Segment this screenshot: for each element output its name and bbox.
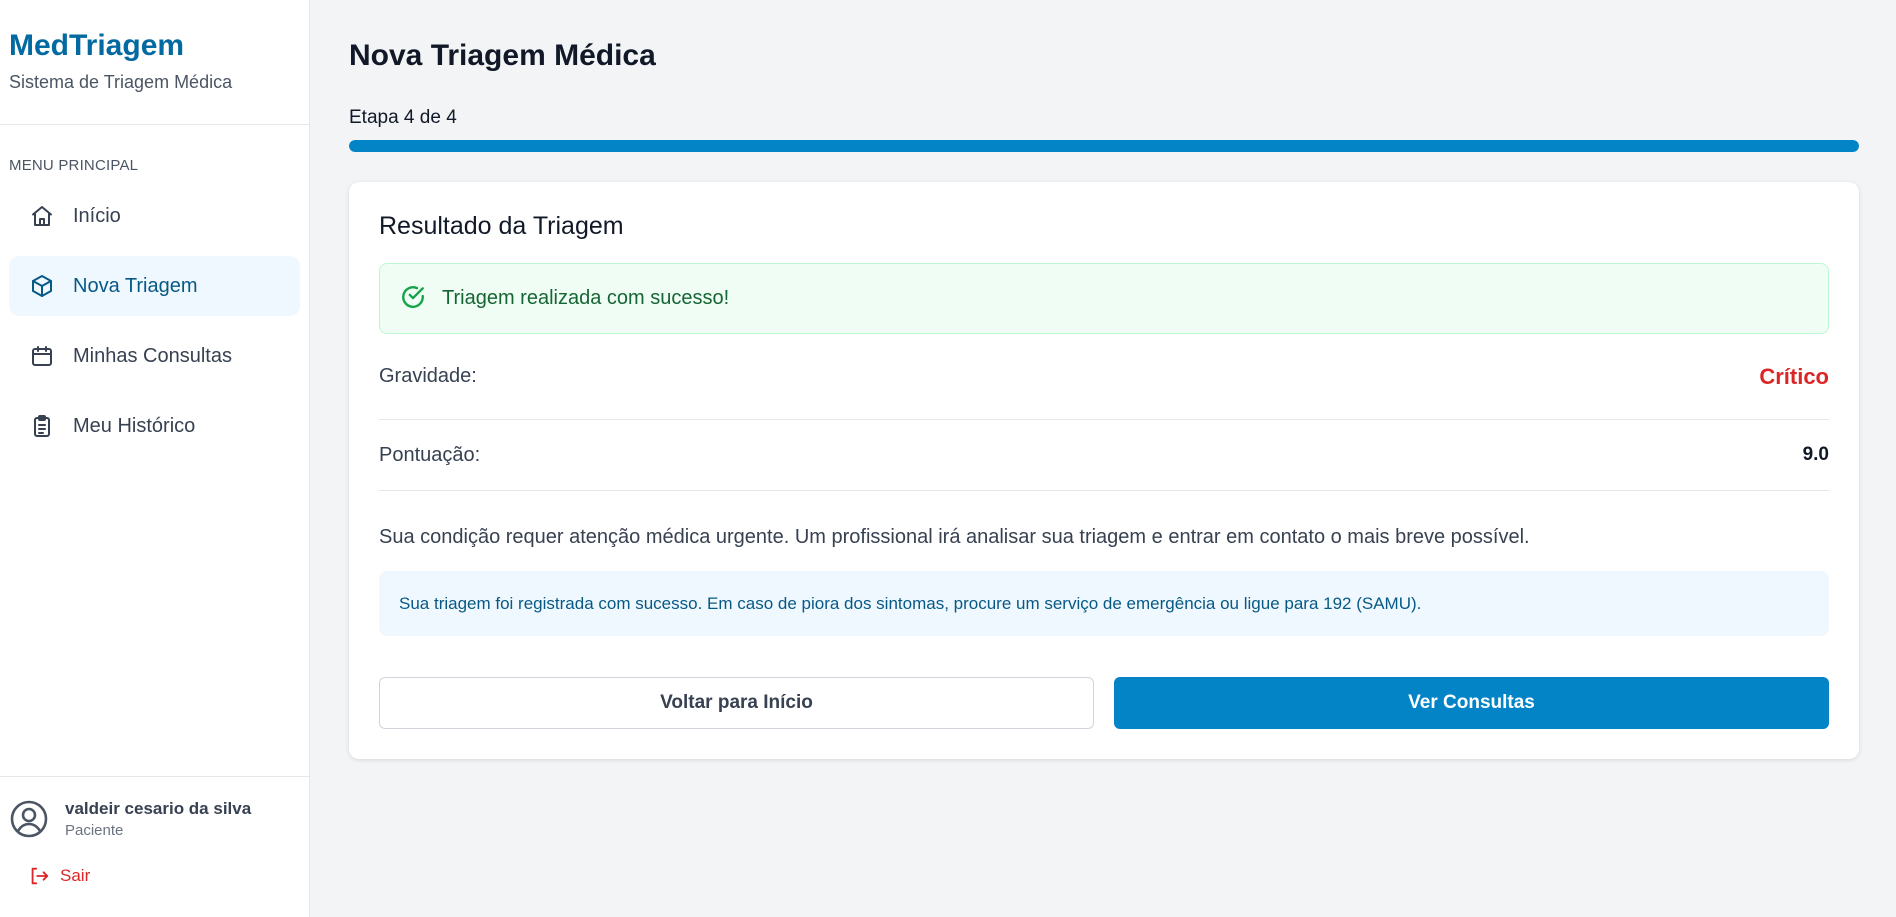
user-avatar-icon: [9, 799, 49, 839]
brand-title[interactable]: MedTriagem: [9, 28, 300, 64]
sidebar-item-meu-historico[interactable]: Meu Histórico: [9, 396, 300, 456]
sidebar-nav: Início Nova Triagem Minhas Consultas Meu…: [0, 186, 309, 466]
sidebar: MedTriagem Sistema de Triagem Médica MEN…: [0, 0, 310, 917]
logout-label: Sair: [60, 866, 91, 885]
success-alert: Triagem realizada com sucesso!: [379, 263, 1829, 334]
progress-bar: [349, 140, 1859, 152]
logout-button[interactable]: Sair: [28, 865, 309, 887]
app-root: MedTriagem Sistema de Triagem Médica MEN…: [0, 0, 1896, 917]
step-indicator: Etapa 4 de 4: [349, 107, 457, 128]
user-name: valdeir cesario da silva: [65, 799, 252, 818]
clipboard-icon: [29, 413, 55, 439]
sidebar-item-inicio[interactable]: Início: [9, 186, 300, 246]
menu-section-label: MENU PRINCIPAL: [9, 157, 139, 174]
sidebar-item-label: Minhas Consultas: [73, 344, 232, 367]
brand-subtitle: Sistema de Triagem Médica: [9, 72, 233, 92]
home-icon: [29, 203, 55, 229]
sidebar-item-label: Nova Triagem: [73, 274, 198, 297]
logout-icon: [31, 867, 49, 885]
action-buttons: Voltar para Início Ver Consultas: [379, 677, 1829, 729]
page-title: Nova Triagem Médica: [349, 39, 656, 72]
info-box: Sua triagem foi registrada com sucesso. …: [379, 571, 1829, 636]
severity-value: Crítico: [1759, 363, 1829, 389]
score-label: Pontuação:: [379, 443, 481, 466]
sidebar-item-label: Meu Histórico: [73, 414, 196, 437]
success-message: Triagem realizada com sucesso!: [442, 287, 730, 309]
back-to-home-button[interactable]: Voltar para Início: [379, 677, 1094, 729]
user-profile: valdeir cesario da silva Paciente: [0, 777, 309, 839]
sidebar-item-label: Início: [73, 204, 121, 227]
progress-bar-fill: [349, 140, 1859, 152]
brand: MedTriagem Sistema de Triagem Médica: [0, 0, 309, 125]
view-consults-button[interactable]: Ver Consultas: [1114, 677, 1829, 729]
sidebar-item-minhas-consultas[interactable]: Minhas Consultas: [9, 326, 300, 386]
severity-label: Gravidade:: [379, 365, 477, 387]
cube-icon: [29, 273, 55, 299]
info-text: Sua triagem foi registrada com sucesso. …: [399, 593, 1422, 613]
score-row: Pontuação: 9.0: [379, 420, 1829, 491]
card-title: Resultado da Triagem: [379, 212, 624, 240]
user-role: Paciente: [65, 822, 124, 839]
sidebar-item-nova-triagem[interactable]: Nova Triagem: [9, 256, 300, 316]
sidebar-footer: valdeir cesario da silva Paciente Sair: [0, 776, 309, 917]
result-message: Sua condição requer atenção médica urgen…: [379, 526, 1530, 548]
main-content: Nova Triagem Médica Etapa 4 de 4 Resulta…: [310, 0, 1896, 917]
result-card: Resultado da Triagem Triagem realizada c…: [349, 182, 1859, 759]
calendar-icon: [29, 343, 55, 369]
check-circle-icon: [402, 285, 424, 308]
severity-row: Gravidade: Crítico: [379, 334, 1829, 420]
score-value: 9.0: [1802, 444, 1829, 465]
